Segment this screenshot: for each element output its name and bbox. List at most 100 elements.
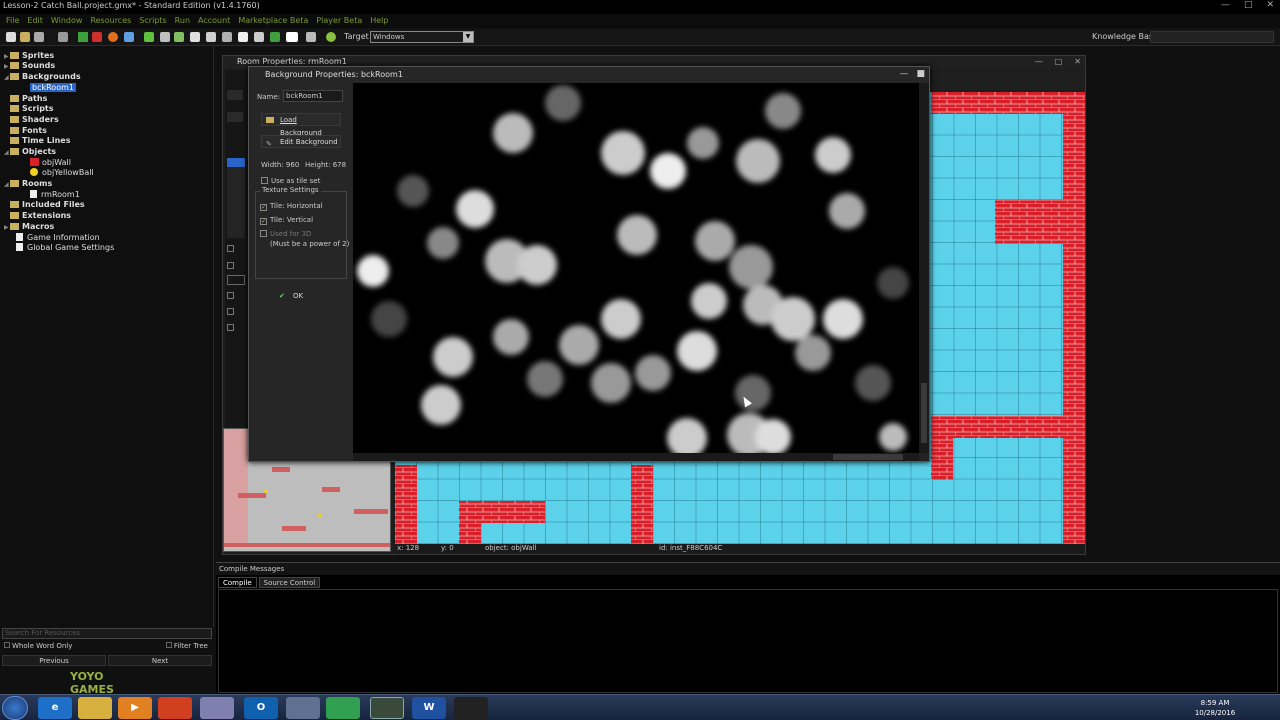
menu-run[interactable]: Run: [175, 14, 190, 28]
menu-player[interactable]: Player Beta: [316, 14, 362, 28]
tree-item-bck-room[interactable]: bckRoom1: [30, 82, 76, 93]
media-player-icon[interactable]: ▶: [118, 697, 152, 719]
tab-compile[interactable]: Compile: [218, 577, 257, 588]
edit-background-button[interactable]: ✎ Edit Background: [261, 135, 341, 148]
horizontal-scrollbar[interactable]: [353, 453, 919, 461]
add-sprite-icon[interactable]: [144, 32, 154, 42]
add-background-icon[interactable]: [174, 32, 184, 42]
stretch-checkbox[interactable]: [227, 324, 234, 331]
open-icon[interactable]: [20, 32, 30, 42]
minimize-icon[interactable]: —: [1221, 0, 1230, 14]
gamemaker-icon[interactable]: [370, 697, 404, 719]
target-select[interactable]: Windows ▼: [370, 31, 474, 43]
texture-settings-label: Texture Settings: [260, 186, 321, 194]
tile-vertical-checkbox[interactable]: [227, 308, 234, 315]
chrome-icon[interactable]: [326, 697, 360, 719]
game-info-icon[interactable]: [306, 32, 316, 42]
close-icon[interactable]: ✕: [1074, 57, 1081, 66]
tree-item-shaders[interactable]: Shaders: [4, 114, 59, 125]
used-3d-checkbox[interactable]: Used for 3D: [260, 230, 311, 238]
filter-tree-checkbox[interactable]: Filter Tree: [165, 642, 208, 650]
menu-marketplace[interactable]: Marketplace Beta: [238, 14, 308, 28]
obs-icon[interactable]: [454, 697, 488, 719]
chevron-down-icon[interactable]: ▼: [463, 32, 473, 42]
name-input[interactable]: bckRoom1: [283, 90, 343, 102]
folder-icon: [266, 117, 274, 123]
knowledge-base-input[interactable]: [1150, 31, 1274, 43]
tile-set-checkbox[interactable]: Use as tile set: [261, 177, 320, 185]
tree-item-global-settings[interactable]: Global Game Settings: [16, 242, 114, 253]
tab-source-control[interactable]: Source Control: [258, 577, 321, 588]
add-shader-icon[interactable]: [222, 32, 232, 42]
word-icon[interactable]: W: [412, 697, 446, 719]
folder-icon: [10, 180, 19, 187]
add-sound-icon[interactable]: [160, 32, 170, 42]
outlook-icon[interactable]: O: [244, 697, 278, 719]
tree-item-objects[interactable]: ◢ Objects: [4, 146, 56, 157]
add-path-icon[interactable]: [190, 32, 200, 42]
tree-item-included[interactable]: Included Files: [4, 199, 85, 210]
new-icon[interactable]: [6, 32, 16, 42]
room-window-controls: — □ ✕: [1035, 57, 1081, 66]
run-icon[interactable]: [78, 32, 88, 42]
menu-file[interactable]: File: [6, 14, 19, 28]
add-font-icon[interactable]: [238, 32, 248, 42]
tree-item-macros[interactable]: ▶ Macros: [4, 221, 54, 232]
tile-vertical-checkbox[interactable]: ✓ Tile: Vertical: [260, 216, 313, 225]
document-icon: [16, 233, 23, 241]
tree-item-sounds[interactable]: ▶ Sounds: [4, 60, 55, 71]
explorer-icon[interactable]: [78, 697, 112, 719]
menu-help[interactable]: Help: [370, 14, 388, 28]
background-select[interactable]: [227, 275, 245, 285]
add-object-icon[interactable]: [270, 32, 280, 42]
search-input[interactable]: Search For Resources: [2, 628, 212, 639]
option-checkbox[interactable]: [227, 245, 234, 252]
save-icon[interactable]: [34, 32, 44, 42]
next-button[interactable]: Next: [108, 655, 212, 666]
vertical-scrollbar[interactable]: [919, 83, 929, 453]
minimize-icon[interactable]: —: [1035, 57, 1043, 66]
paint-icon[interactable]: [200, 697, 234, 719]
previous-button[interactable]: Previous: [2, 655, 106, 666]
stop-icon[interactable]: [108, 32, 118, 42]
tree-item-scripts[interactable]: Scripts: [4, 103, 54, 114]
menu-scripts[interactable]: Scripts: [139, 14, 166, 28]
tree-item-rooms[interactable]: ◢ Rooms: [4, 178, 52, 189]
tree-item-extensions[interactable]: Extensions: [4, 210, 71, 221]
export-icon[interactable]: [58, 32, 68, 42]
firefox-icon[interactable]: [158, 697, 192, 719]
menu-edit[interactable]: Edit: [27, 14, 43, 28]
global-settings-icon[interactable]: [326, 32, 336, 42]
build-icon[interactable]: [124, 32, 134, 42]
close-icon[interactable]: ✕: [1266, 0, 1274, 14]
tree-item-backgrounds[interactable]: ◢ Backgrounds: [4, 71, 81, 82]
room-tab[interactable]: [227, 90, 243, 100]
option-checkbox[interactable]: [227, 262, 234, 269]
backgrounds-list[interactable]: [227, 158, 245, 238]
minimize-icon[interactable]: —: [899, 69, 908, 79]
tile-horizontal-checkbox[interactable]: ✓ Tile: Horizontal: [260, 202, 323, 211]
add-script-icon[interactable]: [206, 32, 216, 42]
load-background-button[interactable]: Load Background: [261, 113, 341, 137]
whole-word-checkbox[interactable]: Whole Word Only: [4, 642, 72, 650]
debug-icon[interactable]: [92, 32, 102, 42]
ok-button[interactable]: ✔ OK: [279, 290, 325, 303]
start-button[interactable]: [2, 696, 28, 720]
room-tab[interactable]: [227, 112, 243, 122]
maximize-icon[interactable]: □: [1055, 57, 1063, 66]
network-icon[interactable]: [286, 697, 320, 719]
maximize-icon[interactable]: ■: [916, 69, 925, 79]
menu-window[interactable]: Window: [51, 14, 83, 28]
add-room-icon[interactable]: [286, 32, 298, 42]
room-icon: [30, 190, 37, 198]
menu-account[interactable]: Account: [198, 14, 230, 28]
tile-horizontal-checkbox[interactable]: [227, 292, 234, 299]
tree-item-obj-ball[interactable]: objYellowBall: [30, 167, 94, 178]
compile-output[interactable]: [218, 589, 1278, 693]
system-clock[interactable]: 8:59 AM 10/28/2016: [1190, 698, 1240, 718]
add-timeline-icon[interactable]: [254, 32, 264, 42]
menu-resources[interactable]: Resources: [90, 14, 131, 28]
maximize-icon[interactable]: □: [1244, 0, 1253, 14]
tree-item-timelines[interactable]: Time Lines: [4, 135, 70, 146]
ie-icon[interactable]: e: [38, 697, 72, 719]
